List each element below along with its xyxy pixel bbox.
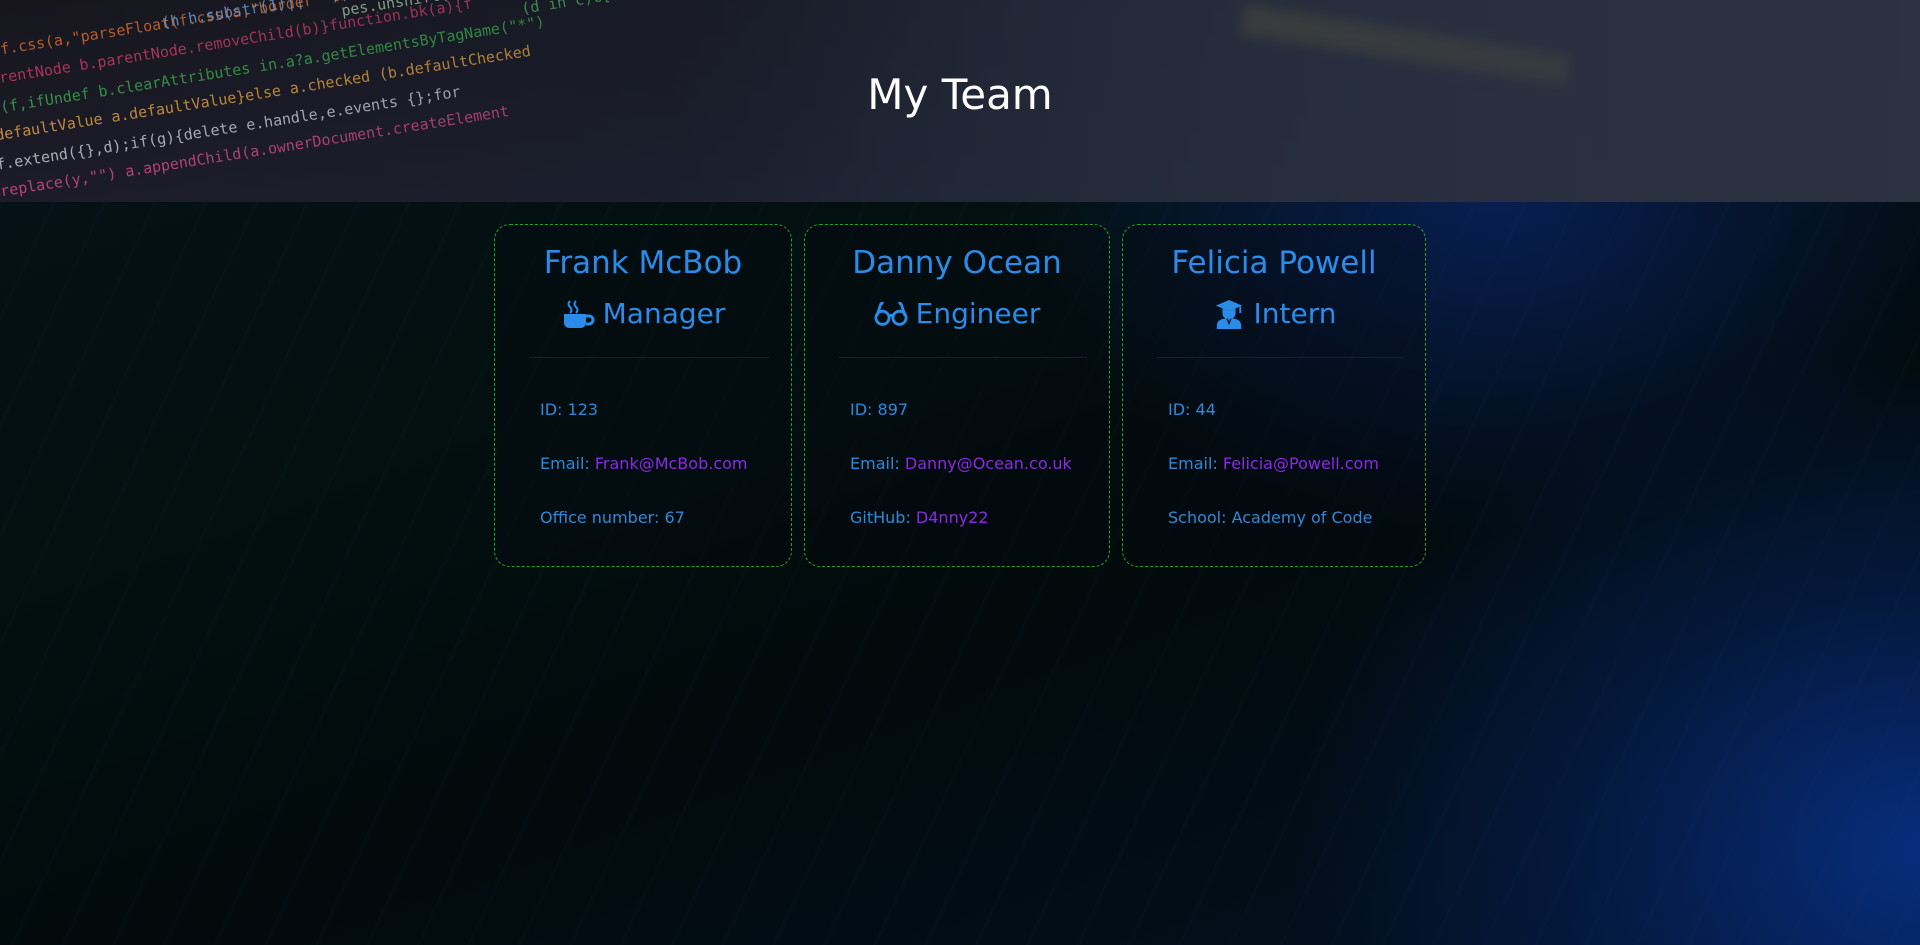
- employee-name: Frank McBob: [543, 245, 743, 281]
- id-label: ID:: [850, 400, 878, 419]
- id-value: 123: [567, 400, 599, 419]
- employee-role: Intern: [1123, 297, 1425, 330]
- office-label: Office number:: [540, 508, 665, 527]
- employee-name: Felicia Powell: [1171, 245, 1377, 281]
- office-number: Office number: 67: [540, 508, 685, 527]
- employee-email: Email: Felicia@Powell.com: [1168, 454, 1379, 473]
- glasses-icon: [874, 301, 908, 326]
- id-value: 44: [1195, 400, 1216, 419]
- graduate-icon: [1215, 299, 1242, 329]
- team-cards: Frank McBob Manager ID: 123 Email: Frank…: [0, 224, 1920, 569]
- coffee-icon: [563, 299, 595, 328]
- card-divider: [839, 357, 1087, 358]
- email-link[interactable]: Frank@McBob.com: [595, 454, 748, 473]
- email-link[interactable]: Danny@Ocean.co.uk: [905, 454, 1072, 473]
- employee-id: ID: 123: [540, 400, 598, 419]
- employee-role: Manager: [495, 297, 791, 330]
- github-info: GitHub: D4nny22: [850, 508, 989, 527]
- role-label: Engineer: [915, 297, 1041, 330]
- email-label: Email:: [850, 454, 905, 473]
- employee-card-intern: Felicia Powell Intern ID: 44 Email: Feli…: [1122, 224, 1426, 567]
- employee-card-manager: Frank McBob Manager ID: 123 Email: Frank…: [494, 224, 792, 567]
- school-label: School:: [1168, 508, 1232, 527]
- school-info: School: Academy of Code: [1168, 508, 1372, 527]
- id-label: ID:: [540, 400, 568, 419]
- email-label: Email:: [1168, 454, 1223, 473]
- page-title: My Team: [867, 70, 1053, 119]
- github-link[interactable]: D4nny22: [916, 508, 989, 527]
- employee-role: Engineer: [805, 297, 1109, 330]
- github-label: GitHub:: [850, 508, 916, 527]
- id-value: 897: [877, 400, 909, 419]
- role-label: Intern: [1253, 297, 1337, 330]
- employee-card-engineer: Danny Ocean Engineer ID: 897 Email: Dann…: [804, 224, 1110, 567]
- email-link[interactable]: Felicia@Powell.com: [1223, 454, 1379, 473]
- office-value: 67: [664, 508, 685, 527]
- card-divider: [529, 357, 769, 358]
- role-label: Manager: [602, 297, 726, 330]
- employee-name: Danny Ocean: [852, 245, 1062, 281]
- card-divider: [1157, 357, 1403, 358]
- school-value: Academy of Code: [1231, 508, 1373, 527]
- employee-email: Email: Frank@McBob.com: [540, 454, 747, 473]
- email-label: Email:: [540, 454, 595, 473]
- employee-email: Email: Danny@Ocean.co.uk: [850, 454, 1072, 473]
- employee-id: ID: 897: [850, 400, 908, 419]
- page-header: (f.css(a,"parseFloat(f.css(a,"border" th…: [0, 0, 1920, 202]
- id-label: ID:: [1168, 400, 1196, 419]
- employee-id: ID: 44: [1168, 400, 1216, 419]
